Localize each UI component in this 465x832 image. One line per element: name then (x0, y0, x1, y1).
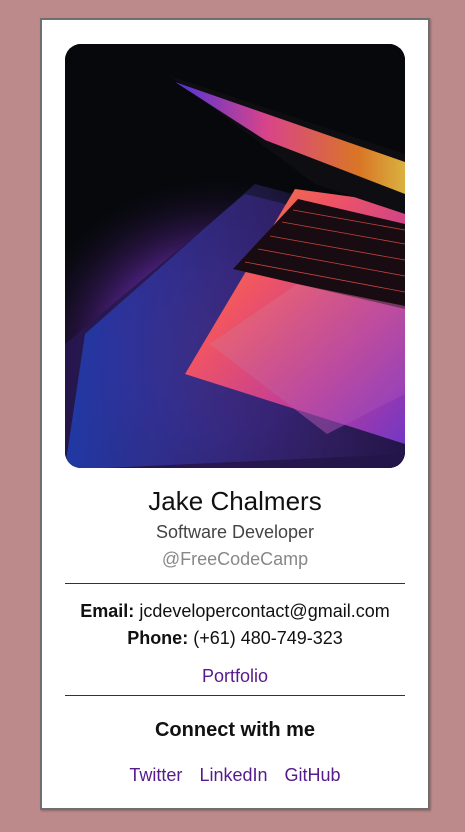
profile-photo (65, 44, 405, 468)
portfolio-link[interactable]: Portfolio (202, 666, 268, 686)
email-value: jcdevelopercontact@gmail.com (139, 601, 390, 621)
phone-row: Phone: (+61) 480-749-323 (42, 628, 428, 649)
linkedin-link[interactable]: LinkedIn (199, 765, 267, 785)
github-link[interactable]: GitHub (285, 765, 341, 785)
phone-value: (+61) 480-749-323 (193, 628, 343, 648)
profile-handle: @FreeCodeCamp (161, 549, 309, 569)
profile-card: Jake Chalmers Software Developer @FreeCo… (40, 18, 430, 810)
divider-bottom (65, 695, 405, 696)
social-links: Twitter LinkedIn GitHub (42, 765, 428, 786)
email-label: Email: (80, 601, 135, 621)
profile-name: Jake Chalmers (148, 486, 322, 516)
profile-role: Software Developer (155, 522, 315, 542)
portfolio-row: Portfolio (42, 666, 428, 687)
connect-heading: Connect with me (154, 719, 315, 741)
phone-label: Phone: (127, 628, 189, 648)
divider-top (65, 583, 405, 584)
email-row: Email: jcdevelopercontact@gmail.com (42, 601, 428, 622)
twitter-link[interactable]: Twitter (129, 765, 182, 785)
